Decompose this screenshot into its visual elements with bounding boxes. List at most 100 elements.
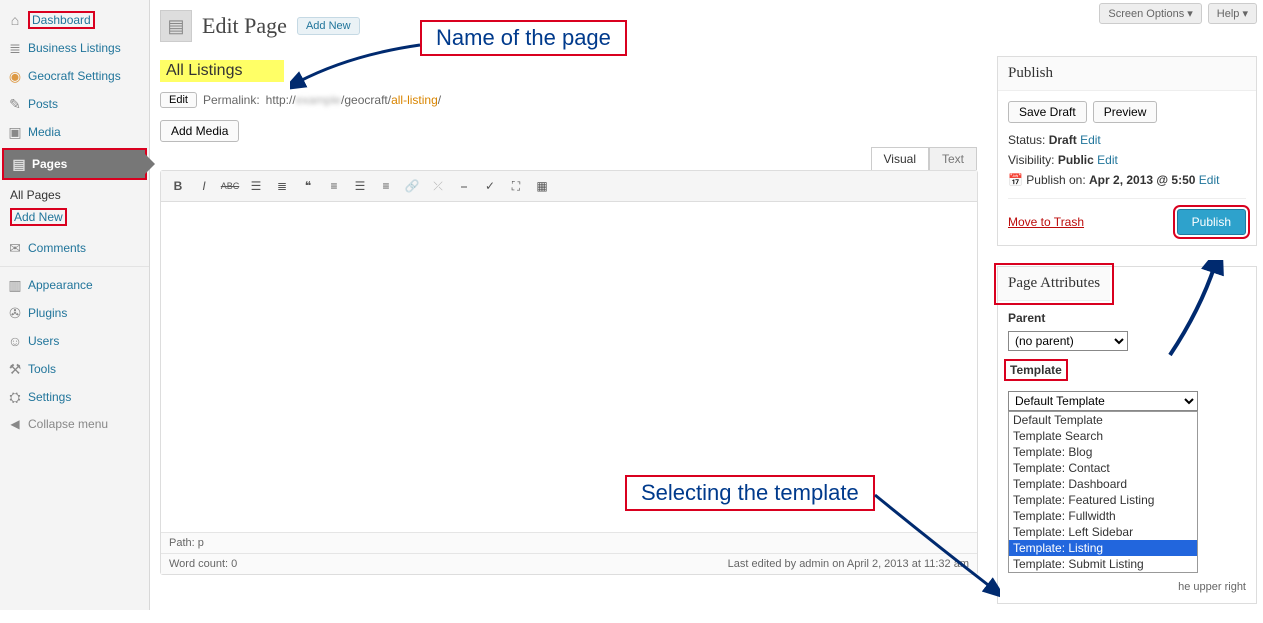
template-dropdown-open: Default TemplateTemplate SearchTemplate:… [1008, 411, 1198, 573]
attributes-hint: he upper right [1008, 581, 1246, 593]
align-left-icon[interactable]: ≡ [323, 175, 345, 197]
title-input[interactable]: All Listings [160, 60, 284, 82]
publish-metabox: Publish Save Draft Preview Status: Draft… [997, 56, 1257, 246]
template-select[interactable]: Default Template [1008, 391, 1198, 411]
right-column: Publish Save Draft Preview Status: Draft… [997, 56, 1257, 623]
sidebar-label: Settings [28, 390, 71, 404]
status-edit-link[interactable]: Edit [1080, 133, 1101, 147]
sidebar-item-dashboard[interactable]: ⌂ Dashboard [0, 6, 149, 34]
sidebar-item-posts[interactable]: ✎ Posts [0, 90, 149, 118]
sidebar-label: Media [28, 125, 61, 139]
annotation-selecting-template: Selecting the template [625, 475, 875, 511]
schedule-edit-link[interactable]: Edit [1199, 173, 1220, 187]
users-icon: ☺ [6, 332, 24, 350]
sidebar-item-users[interactable]: ☺ Users [0, 327, 149, 355]
bold-icon[interactable]: B [167, 175, 189, 197]
italic-icon[interactable]: I [193, 175, 215, 197]
template-option[interactable]: Default Template [1009, 412, 1197, 428]
template-label: Template [1008, 363, 1064, 377]
page-attributes-metabox: Page Attributes Parent (no parent) Templ… [997, 266, 1257, 604]
permalink-prefix: http:// [266, 93, 296, 107]
permalink-edit-button[interactable]: Edit [160, 92, 197, 108]
ol-icon[interactable]: ≣ [271, 175, 293, 197]
kitchen-sink-icon[interactable]: ▦ [531, 175, 553, 197]
path-value: p [198, 537, 204, 549]
link-icon[interactable]: 🔗 [401, 175, 423, 197]
sidebar-item-tools[interactable]: ⚒ Tools [0, 355, 149, 383]
align-right-icon[interactable]: ≡ [375, 175, 397, 197]
sidebar-label: Users [28, 334, 59, 348]
permalink-domain-blurred: example [296, 93, 341, 107]
template-option[interactable]: Template: Contact [1009, 460, 1197, 476]
word-count-label: Word count: [169, 558, 228, 570]
add-media-button[interactable]: Add Media [160, 120, 239, 142]
plugin-icon: ✇ [6, 304, 24, 322]
template-option[interactable]: Template: Listing [1009, 540, 1197, 556]
schedule-label: Publish on: [1026, 173, 1085, 187]
save-draft-button[interactable]: Save Draft [1008, 101, 1087, 123]
sidebar-label: Plugins [28, 306, 67, 320]
admin-sidebar: ⌂ Dashboard ≣ Business Listings ◉ Geocra… [0, 0, 150, 610]
editor-path: Path: p [161, 532, 977, 553]
sidebar-item-plugins[interactable]: ✇ Plugins [0, 299, 149, 327]
sidebar-item-media[interactable]: ▣ Media [0, 118, 149, 146]
sidebar-label: Appearance [28, 278, 93, 292]
pages-icon: ▤ [10, 155, 28, 173]
permalink-row: Edit Permalink: http://example/geocraft/… [160, 92, 978, 108]
status-label: Status: [1008, 133, 1045, 147]
template-option[interactable]: Template: Left Sidebar [1009, 524, 1197, 540]
more-icon[interactable]: ⎯ [453, 175, 475, 197]
collapse-label: Collapse menu [28, 417, 108, 431]
visibility-edit-link[interactable]: Edit [1097, 153, 1118, 167]
template-option[interactable]: Template: Blog [1009, 444, 1197, 460]
topbar: Screen Options ▾ Help ▾ [1099, 3, 1257, 24]
align-center-icon[interactable]: ☰ [349, 175, 371, 197]
sidebar-item-geocraft-settings[interactable]: ◉ Geocraft Settings [0, 62, 149, 90]
annotation-name-of-page: Name of the page [420, 20, 627, 56]
last-edited: Last edited by admin on April 2, 2013 at… [728, 558, 969, 570]
submenu-add-new-link[interactable]: Add New [10, 208, 67, 226]
template-option[interactable]: Template Search [1009, 428, 1197, 444]
sidebar-item-appearance[interactable]: ▥ Appearance [0, 271, 149, 299]
visibility-value: Public [1058, 153, 1094, 167]
tab-visual[interactable]: Visual [871, 147, 929, 170]
sidebar-item-settings[interactable]: ⛭ Settings [0, 383, 149, 411]
appearance-icon: ▥ [6, 276, 24, 294]
ul-icon[interactable]: ☰ [245, 175, 267, 197]
submenu-all-pages[interactable]: All Pages [10, 184, 149, 206]
publish-heading: Publish [998, 57, 1256, 91]
tab-text[interactable]: Text [929, 147, 977, 170]
sidebar-item-pages[interactable]: ▤ Pages [4, 150, 145, 178]
fullscreen-icon[interactable]: ⛶ [505, 175, 527, 197]
permalink-label: Permalink: [203, 93, 260, 107]
preview-button[interactable]: Preview [1093, 101, 1158, 123]
quote-icon[interactable]: ❝ [297, 175, 319, 197]
move-to-trash-link[interactable]: Move to Trash [1008, 215, 1084, 229]
help-button[interactable]: Help ▾ [1208, 3, 1257, 24]
add-new-button[interactable]: Add New [297, 17, 360, 35]
schedule-value: Apr 2, 2013 @ 5:50 [1089, 173, 1195, 187]
page-attributes-heading: Page Attributes [998, 267, 1110, 301]
template-option[interactable]: Template: Featured Listing [1009, 492, 1197, 508]
media-icon: ▣ [6, 123, 24, 141]
publish-button[interactable]: Publish [1177, 209, 1246, 235]
sidebar-item-business-listings[interactable]: ≣ Business Listings [0, 34, 149, 62]
strike-icon[interactable]: ABC [219, 175, 241, 197]
sidebar-label: Geocraft Settings [28, 69, 121, 83]
page-icon: ▤ [160, 10, 192, 42]
template-option[interactable]: Template: Submit Listing [1009, 556, 1197, 572]
editor-footer: Word count: 0 Last edited by admin on Ap… [161, 553, 977, 574]
parent-label: Parent [1008, 311, 1246, 325]
spellcheck-icon[interactable]: ✓ [479, 175, 501, 197]
permalink-mid: /geocraft/ [341, 93, 391, 107]
template-option[interactable]: Template: Fullwidth [1009, 508, 1197, 524]
editor: Visual Text B I ABC ☰ ≣ ❝ ≡ ☰ ≡ 🔗 ⤫ ⎯ ✓ … [160, 170, 978, 575]
submenu-add-new[interactable]: Add New [10, 206, 149, 228]
collapse-menu[interactable]: ◀ Collapse menu [0, 411, 149, 437]
sidebar-item-comments[interactable]: ✉ Comments [0, 234, 149, 262]
unlink-icon[interactable]: ⤫ [427, 175, 449, 197]
template-option[interactable]: Template: Dashboard [1009, 476, 1197, 492]
permalink-slug: all-listing [391, 93, 438, 107]
parent-select[interactable]: (no parent) [1008, 331, 1128, 351]
screen-options-button[interactable]: Screen Options ▾ [1099, 3, 1201, 24]
